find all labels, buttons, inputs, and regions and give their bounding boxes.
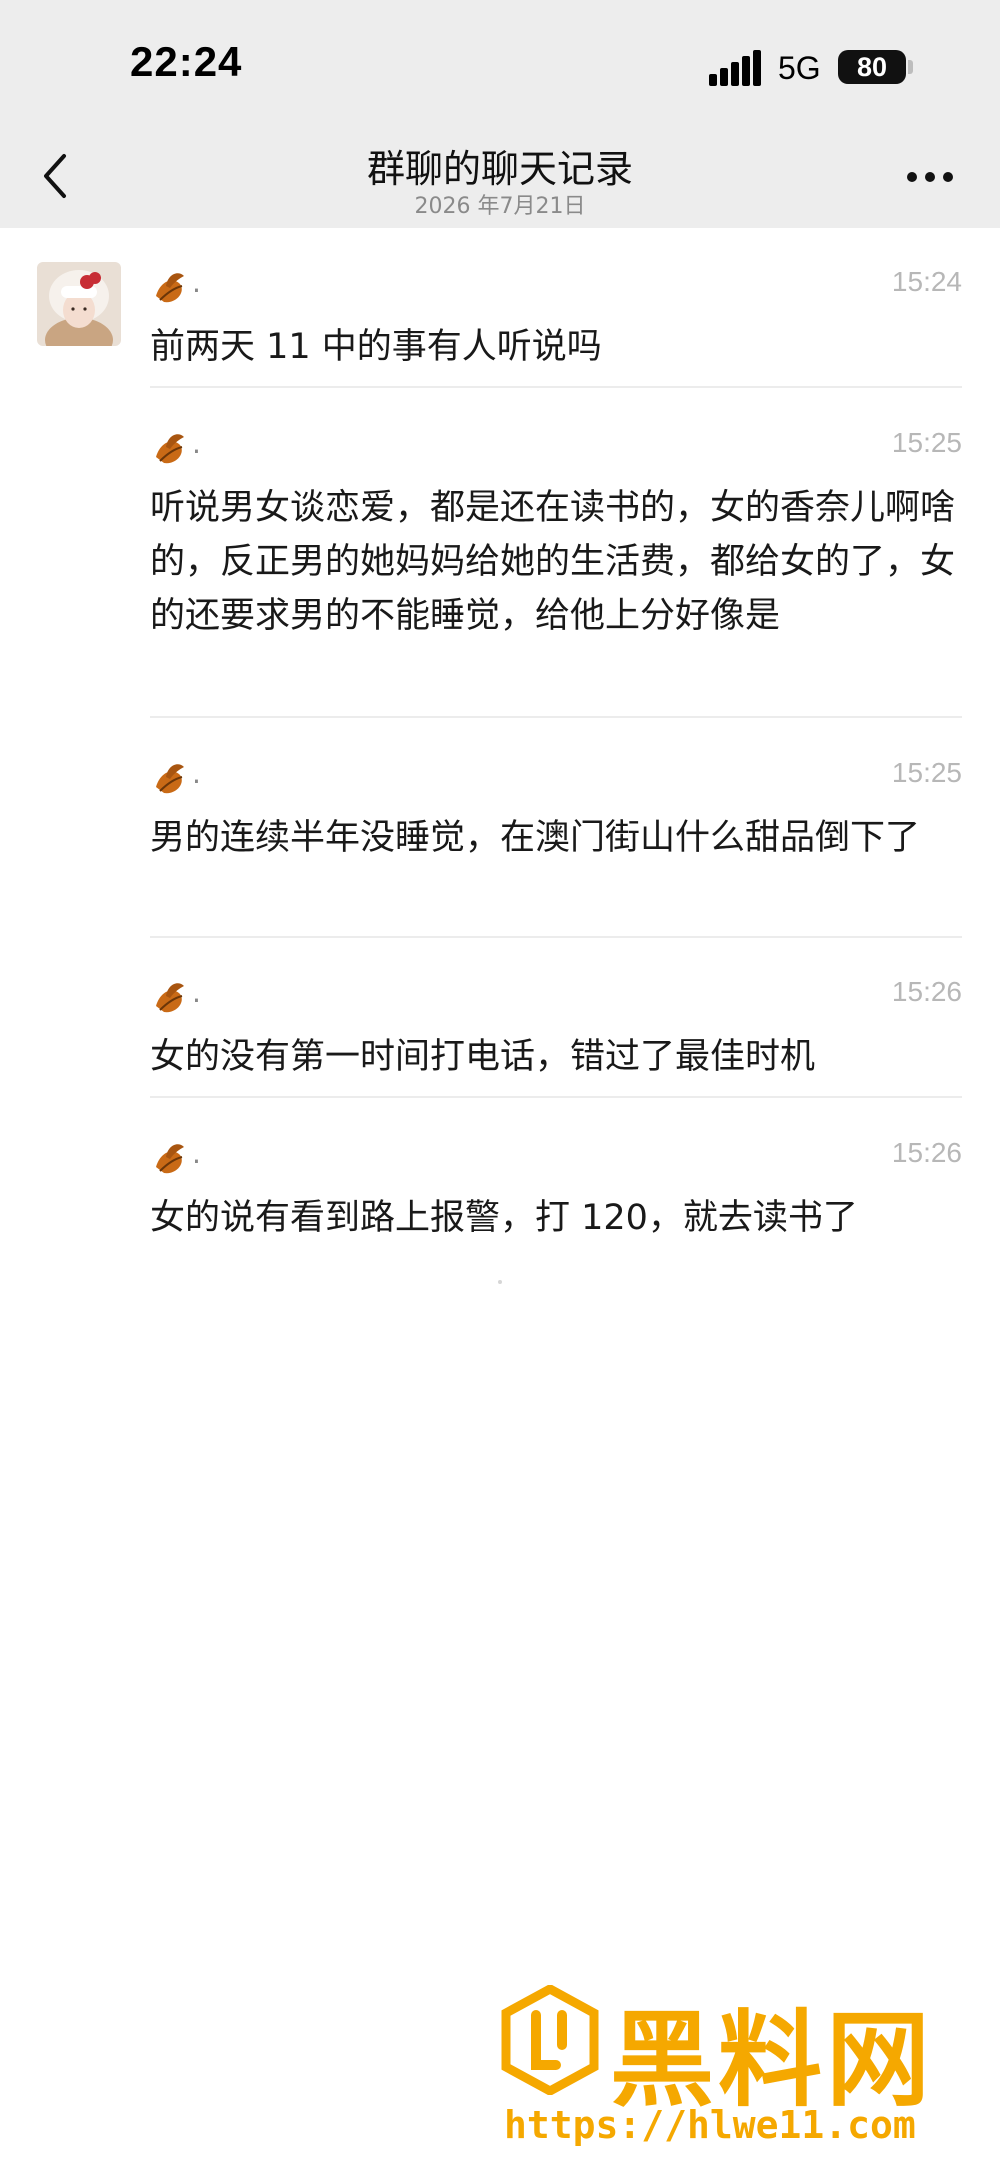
avatar[interactable] xyxy=(37,262,121,346)
watermark: 黑料网 https://hlwe11.com xyxy=(500,1975,970,2165)
divider xyxy=(150,716,962,718)
message-text: 女的说有看到路上报警，打 120，就去读书了 xyxy=(150,1198,858,1238)
message-header: . 15:24 xyxy=(150,262,962,312)
end-dot xyxy=(498,1280,502,1284)
sender-name: . xyxy=(192,1137,201,1170)
status-time: 22:24 xyxy=(130,38,243,85)
message-header: . 15:26 xyxy=(150,1133,962,1183)
battery-icon: 80 xyxy=(838,50,906,84)
divider xyxy=(150,386,962,388)
message-time: 15:26 xyxy=(891,1137,962,1168)
message-item: . 15:25 听说男女谈恋爱，都是还在读书的，女的香奈儿啊啥的，反正男的她妈妈… xyxy=(150,423,962,643)
message-header: . 15:25 xyxy=(150,753,962,803)
message-text: 听说男女谈恋爱，都是还在读书的，女的香奈儿啊啥的，反正男的她妈妈给她的生活费，都… xyxy=(150,488,956,636)
sender-name: . xyxy=(192,757,201,790)
message-time: 15:25 xyxy=(891,427,962,458)
page-title: 群聊的聊天记录 xyxy=(366,147,633,191)
message-item: . 15:26 女的没有第一时间打电话，错过了最佳时机 xyxy=(150,972,962,1084)
sender-name: . xyxy=(192,427,201,460)
message-header: . 15:26 xyxy=(150,972,962,1022)
nav-bar: 群聊的聊天记录 2026 年7月21日 xyxy=(0,120,1000,228)
more-icon[interactable] xyxy=(905,170,955,184)
message-time: 15:26 xyxy=(891,976,962,1007)
battery-cap xyxy=(908,60,913,74)
watermark-logo-icon xyxy=(501,1985,599,2095)
message-header: . 15:25 xyxy=(150,423,962,473)
sender-name: . xyxy=(192,266,201,299)
divider xyxy=(150,936,962,938)
message-item: . 15:26 女的说有看到路上报警，打 120，就去读书了 xyxy=(150,1133,962,1245)
message-item: . 15:24 前两天 11 中的事有人听说吗 xyxy=(150,262,962,374)
divider xyxy=(150,1096,962,1098)
message-item: . 15:25 男的连续半年没睡觉，在澳门街山什么甜品倒下了 xyxy=(150,753,962,865)
battery-level: 80 xyxy=(856,52,888,82)
message-time: 15:25 xyxy=(891,757,962,788)
network-label: 5G xyxy=(778,50,821,86)
page-subtitle: 2026 年7月21日 xyxy=(414,194,586,219)
message-time: 15:24 xyxy=(891,266,962,297)
watermark-url: https://hlwe11.com xyxy=(504,2103,916,2147)
message-text: 男的连续半年没睡觉，在澳门街山什么甜品倒下了 xyxy=(150,818,921,858)
sender-name: . xyxy=(192,976,201,1009)
status-bar: 22:24 5G 80 xyxy=(0,0,1000,120)
signal-icon xyxy=(709,50,761,86)
message-text: 女的没有第一时间打电话，错过了最佳时机 xyxy=(150,1037,816,1077)
message-text: 前两天 11 中的事有人听说吗 xyxy=(150,327,602,367)
